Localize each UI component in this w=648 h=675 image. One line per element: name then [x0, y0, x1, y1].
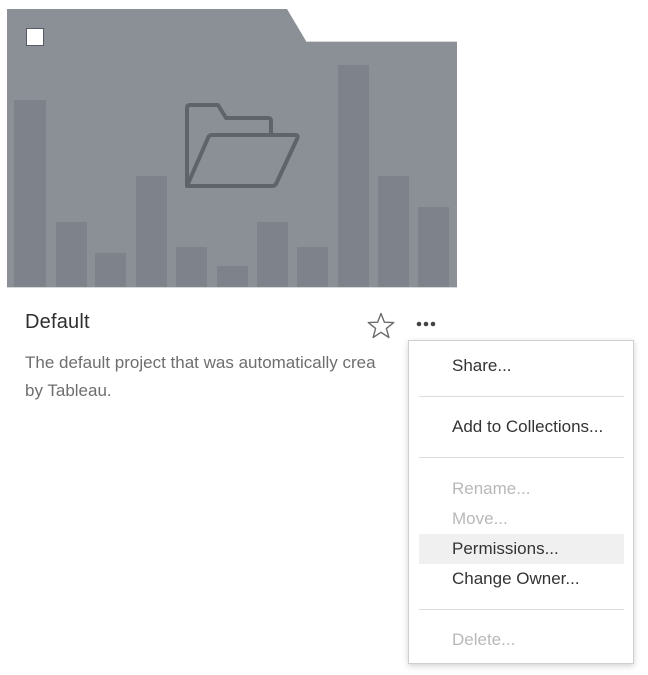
select-checkbox[interactable]	[26, 28, 44, 46]
description-line: by Tableau.	[25, 381, 112, 400]
menu-item-change-owner[interactable]: Change Owner...	[419, 564, 624, 594]
project-description: The default project that was automatical…	[25, 349, 425, 405]
menu-item-move: Move...	[452, 509, 508, 528]
description-line: The default project that was automatical…	[25, 353, 376, 372]
menu-item-share[interactable]: Share...	[419, 351, 624, 381]
star-outline-icon	[367, 312, 395, 339]
menu-divider	[419, 609, 624, 610]
menu-item-delete: Delete...	[452, 630, 516, 649]
project-thumbnail[interactable]	[7, 9, 457, 288]
more-actions-button[interactable]	[412, 314, 440, 334]
menu-item-permissions[interactable]: Permissions...	[419, 534, 624, 564]
open-folder-icon	[185, 103, 300, 188]
menu-divider	[419, 457, 624, 458]
more-actions-icon	[416, 321, 436, 327]
menu-item-rename: Rename...	[452, 479, 531, 498]
project-title[interactable]: Default	[25, 311, 90, 334]
menu-item-add-to-collections[interactable]: Add to Collections...	[419, 412, 624, 442]
favorite-button[interactable]	[366, 311, 396, 341]
project-actions-menu: Share... Add to Collections... Rename...…	[408, 340, 634, 664]
menu-divider	[419, 396, 624, 397]
